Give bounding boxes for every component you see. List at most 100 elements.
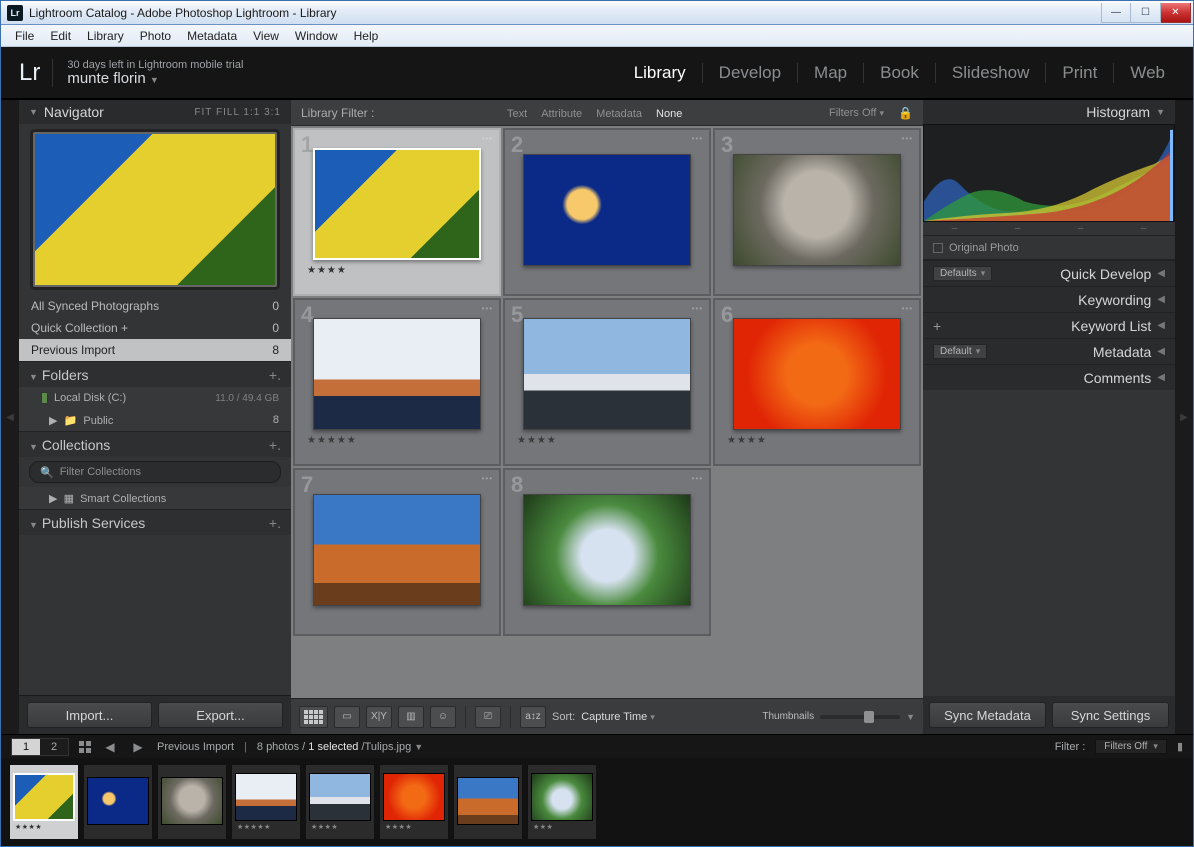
original-photo-row[interactable]: Original Photo xyxy=(923,236,1175,260)
grid-view-button[interactable] xyxy=(299,706,328,728)
keywording-header[interactable]: Keywording◀ xyxy=(923,286,1175,312)
menu-photo[interactable]: Photo xyxy=(132,27,179,45)
thumbnail[interactable] xyxy=(313,494,481,606)
thumbnail[interactable] xyxy=(313,148,481,260)
rating-stars[interactable]: ★★★★ xyxy=(727,435,767,446)
smart-collections-row[interactable]: ▶ ▦ Smart Collections xyxy=(19,487,291,509)
titlebar[interactable]: Lr Lightroom Catalog - Adobe Photoshop L… xyxy=(1,1,1193,25)
sort-direction-button[interactable]: a↕z xyxy=(520,706,546,728)
module-book[interactable]: Book xyxy=(864,63,936,83)
left-edge-handle[interactable]: ◀ xyxy=(1,100,19,734)
metadata-preset-select[interactable]: Default▾ xyxy=(933,344,987,359)
painter-button[interactable]: ⎚ xyxy=(475,706,501,728)
menu-window[interactable]: Window xyxy=(287,27,346,45)
filter-metadata[interactable]: Metadata xyxy=(596,108,642,120)
loupe-view-button[interactable]: ▭ xyxy=(334,706,360,728)
plus-icon[interactable]: + xyxy=(933,318,941,334)
filmstrip-cell[interactable] xyxy=(453,764,523,840)
grid-cell[interactable]: 3••• xyxy=(713,128,921,296)
publish-header[interactable]: ▼ Publish Services +. xyxy=(19,509,291,535)
thumbnail[interactable] xyxy=(523,154,691,266)
user-menu-caret-icon[interactable]: ▼ xyxy=(150,75,159,85)
filmstrip-cell[interactable]: ★★★★★ xyxy=(231,764,301,840)
user-name[interactable]: munte florin xyxy=(67,70,145,87)
folders-header[interactable]: ▼ Folders +. xyxy=(19,361,291,387)
toolbar-menu-caret-icon[interactable]: ▼ xyxy=(906,712,915,722)
module-slideshow[interactable]: Slideshow xyxy=(936,63,1047,83)
filmstrip-thumb[interactable] xyxy=(531,773,593,821)
grid-cell[interactable]: 6•••★★★★ xyxy=(713,298,921,466)
checkbox-icon[interactable] xyxy=(933,243,943,253)
import-button[interactable]: Import... xyxy=(27,702,152,728)
close-button[interactable]: ✕ xyxy=(1161,3,1191,23)
filmstrip-context[interactable]: Previous Import xyxy=(157,741,234,753)
catalog-row[interactable]: All Synced Photographs0 xyxy=(19,295,291,317)
metadata-header[interactable]: Default▾ Metadata◀ xyxy=(923,338,1175,364)
menu-metadata[interactable]: Metadata xyxy=(179,27,245,45)
thumbnail-size-slider[interactable] xyxy=(820,715,900,719)
rating-stars[interactable]: ★★★★ xyxy=(517,435,557,446)
navigator-preview[interactable] xyxy=(33,132,277,287)
filter-switch-icon[interactable]: ▮ xyxy=(1177,740,1183,753)
module-print[interactable]: Print xyxy=(1046,63,1114,83)
sort-value[interactable]: Capture Time ▾ xyxy=(581,711,655,723)
thumbnail-grid[interactable]: 1•••★★★★2•••3•••4•••★★★★★5•••★★★★6•••★★★… xyxy=(291,126,923,698)
filter-attribute[interactable]: Attribute xyxy=(541,108,582,120)
thumbnail[interactable] xyxy=(733,154,901,266)
grid-icon[interactable] xyxy=(79,741,91,753)
filter-none[interactable]: None xyxy=(656,108,682,120)
filmstrip[interactable]: ★★★★★★★★★★★★★★★★★★★★ xyxy=(1,758,1193,846)
filmstrip-thumb[interactable] xyxy=(383,773,445,821)
filmstrip-cell[interactable]: ★★★★ xyxy=(379,764,449,840)
menu-help[interactable]: Help xyxy=(346,27,387,45)
quickdev-preset-select[interactable]: Defaults▾ xyxy=(933,266,992,281)
lock-icon[interactable]: 🔒 xyxy=(898,106,913,120)
module-map[interactable]: Map xyxy=(798,63,864,83)
maximize-button[interactable]: ☐ xyxy=(1131,3,1161,23)
filmstrip-thumb[interactable] xyxy=(161,777,223,825)
histogram[interactable] xyxy=(923,124,1175,222)
filmstrip-thumb[interactable] xyxy=(235,773,297,821)
catalog-row[interactable]: Previous Import8 xyxy=(19,339,291,361)
filmstrip-filter-select[interactable]: Filters Off▾ xyxy=(1095,739,1167,754)
nav-forward-button[interactable]: ▶ xyxy=(129,740,147,754)
filmstrip-cell[interactable]: ★★★★ xyxy=(9,764,79,840)
drive-row[interactable]: Local Disk (C:) 11.0 / 49.4 GB xyxy=(19,387,291,409)
keyword-list-header[interactable]: +Keyword List◀ xyxy=(923,312,1175,338)
thumbnail[interactable] xyxy=(523,494,691,606)
filmstrip-thumb[interactable] xyxy=(457,777,519,825)
rating-stars[interactable]: ★★★★ xyxy=(307,265,347,276)
sync-settings-button[interactable]: Sync Settings xyxy=(1052,702,1169,728)
monitor-switch[interactable]: 12 xyxy=(11,738,69,756)
grid-cell[interactable]: 2••• xyxy=(503,128,711,296)
menu-view[interactable]: View xyxy=(245,27,287,45)
filters-state[interactable]: Filters Off ▾ xyxy=(829,107,884,119)
compare-view-button[interactable]: X|Y xyxy=(366,706,392,728)
collections-filter-input[interactable]: 🔍Filter Collections xyxy=(29,461,281,483)
collections-header[interactable]: ▼ Collections +. xyxy=(19,431,291,457)
thumbnail[interactable] xyxy=(733,318,901,430)
sync-metadata-button[interactable]: Sync Metadata xyxy=(929,702,1046,728)
grid-cell[interactable]: 8••• xyxy=(503,468,711,636)
filmstrip-thumb[interactable] xyxy=(87,777,149,825)
folder-row[interactable]: ▶ 📁 Public 8 xyxy=(19,409,291,431)
rating-stars[interactable]: ★★★★★ xyxy=(307,435,357,446)
catalog-row[interactable]: Quick Collection +0 xyxy=(19,317,291,339)
grid-cell[interactable]: 4•••★★★★★ xyxy=(293,298,501,466)
menu-library[interactable]: Library xyxy=(79,27,132,45)
module-web[interactable]: Web xyxy=(1114,63,1165,83)
grid-cell[interactable]: 7••• xyxy=(293,468,501,636)
filmstrip-cell[interactable] xyxy=(157,764,227,840)
publish-add-icon[interactable]: +. xyxy=(269,515,281,531)
collections-add-icon[interactable]: +. xyxy=(269,437,281,453)
right-edge-handle[interactable]: ▶ xyxy=(1175,100,1193,734)
filmstrip-cell[interactable]: ★★★★ xyxy=(305,764,375,840)
comments-header[interactable]: Comments◀ xyxy=(923,364,1175,390)
module-library[interactable]: Library xyxy=(618,63,703,83)
filmstrip-cell[interactable]: ★★★ xyxy=(527,764,597,840)
survey-view-button[interactable]: ▥ xyxy=(398,706,424,728)
thumbnail[interactable] xyxy=(313,318,481,430)
filter-text[interactable]: Text xyxy=(507,108,527,120)
grid-cell[interactable]: 5•••★★★★ xyxy=(503,298,711,466)
navigator-header[interactable]: ▼Navigator FIT FILL 1:1 3:1 xyxy=(19,100,291,124)
